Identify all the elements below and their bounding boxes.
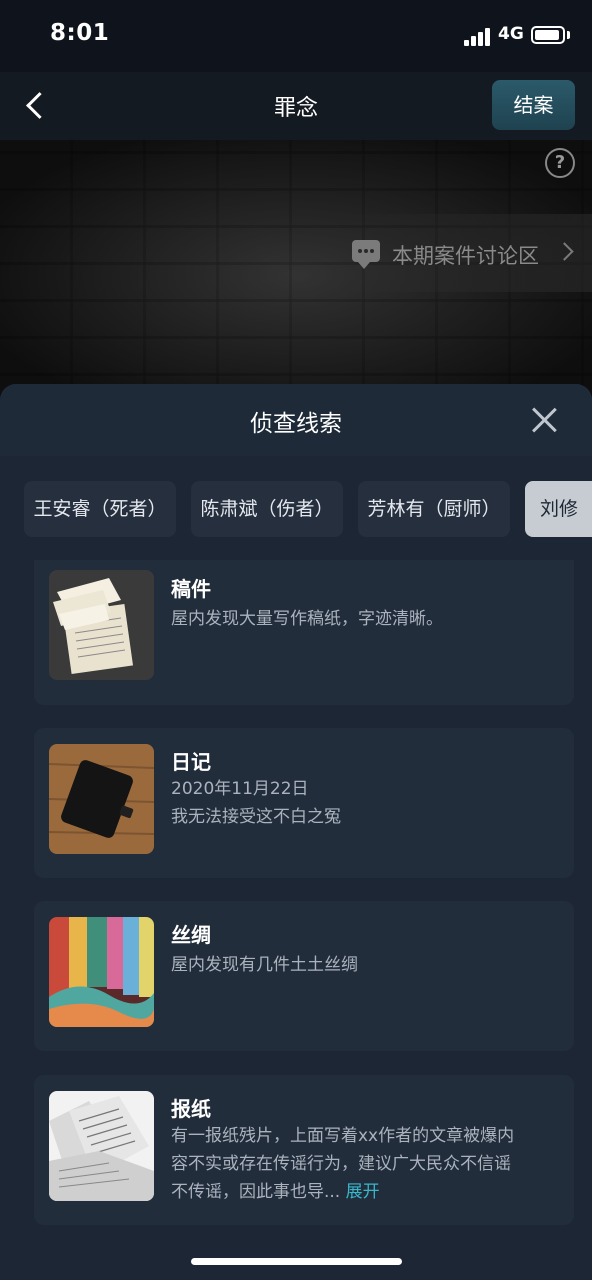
newspaper-image [49,1091,154,1201]
clue-title: 稿件 [171,577,211,601]
clue-title: 日记 [171,750,211,774]
chat-bubble-icon [352,240,380,269]
expand-link[interactable]: 展开 [346,1182,380,1202]
sheet-title: 侦查线索 [250,411,342,437]
status-bar: 8:01 4G [0,0,592,72]
tab-suspect-4[interactable]: 刘修 [525,481,592,537]
help-icon[interactable]: ? [545,148,575,178]
discussion-label[interactable]: 本期案件讨论区 [392,240,539,270]
clue-desc-line-3: 不传谣，因此事也导... 展开 [171,1178,561,1206]
clue-title: 丝绸 [171,923,211,947]
clue-date: 2020年11月22日 [171,779,309,799]
nav-bar: 罪念 结案 [0,72,592,140]
close-icon[interactable] [526,402,562,438]
clue-desc: 屋内发现有几件土土丝绸 [171,955,358,975]
tab-suspect-1[interactable]: 王安睿（死者） [24,481,176,537]
battery-tip [567,31,570,39]
signal-icon [464,28,492,46]
clue-desc-text: 不传谣，因此事也导... [171,1182,341,1202]
clue-desc: 我无法接受这不白之冤 [171,807,341,827]
manuscript-image [49,570,154,680]
clue-title: 报纸 [171,1097,211,1121]
suspect-tabs: 王安睿（死者） 陈肃斌（伤者） 芳林有（厨师） 刘修 [0,481,592,537]
clue-card-silk[interactable]: 丝绸 屋内发现有几件土土丝绸 [34,901,574,1051]
home-indicator[interactable] [191,1258,402,1265]
status-time: 8:01 [50,20,110,46]
close-case-button[interactable]: 结案 [492,80,575,130]
clue-card-manuscript[interactable]: 稿件 屋内发现大量写作稿纸，字迹清晰。 [34,560,574,705]
clue-card-newspaper[interactable]: 报纸 有一报纸残片，上面写着xx作者的文章被爆内 容不实或存在传谣行为，建议广大… [34,1075,574,1225]
sheet-header: 侦查线索 [0,384,592,456]
tab-suspect-3[interactable]: 芳林有（厨师） [358,481,510,537]
battery-icon [531,26,565,44]
clue-desc-line-2: 容不实或存在传谣行为，建议广大民众不信谣 [171,1154,511,1174]
network-type: 4G [498,24,524,44]
clue-desc: 屋内发现大量写作稿纸，字迹清晰。 [171,609,443,629]
tab-suspect-2[interactable]: 陈肃斌（伤者） [191,481,343,537]
clues-sheet: 侦查线索 王安睿（死者） 陈肃斌（伤者） 芳林有（厨师） 刘修 稿件 屋内发现大… [0,384,592,1280]
diary-image [49,744,154,854]
silk-image [49,917,154,1027]
clue-desc-line-1: 有一报纸残片，上面写着xx作者的文章被爆内 [171,1126,515,1146]
clue-card-diary[interactable]: 日记 2020年11月22日 我无法接受这不白之冤 [34,728,574,878]
